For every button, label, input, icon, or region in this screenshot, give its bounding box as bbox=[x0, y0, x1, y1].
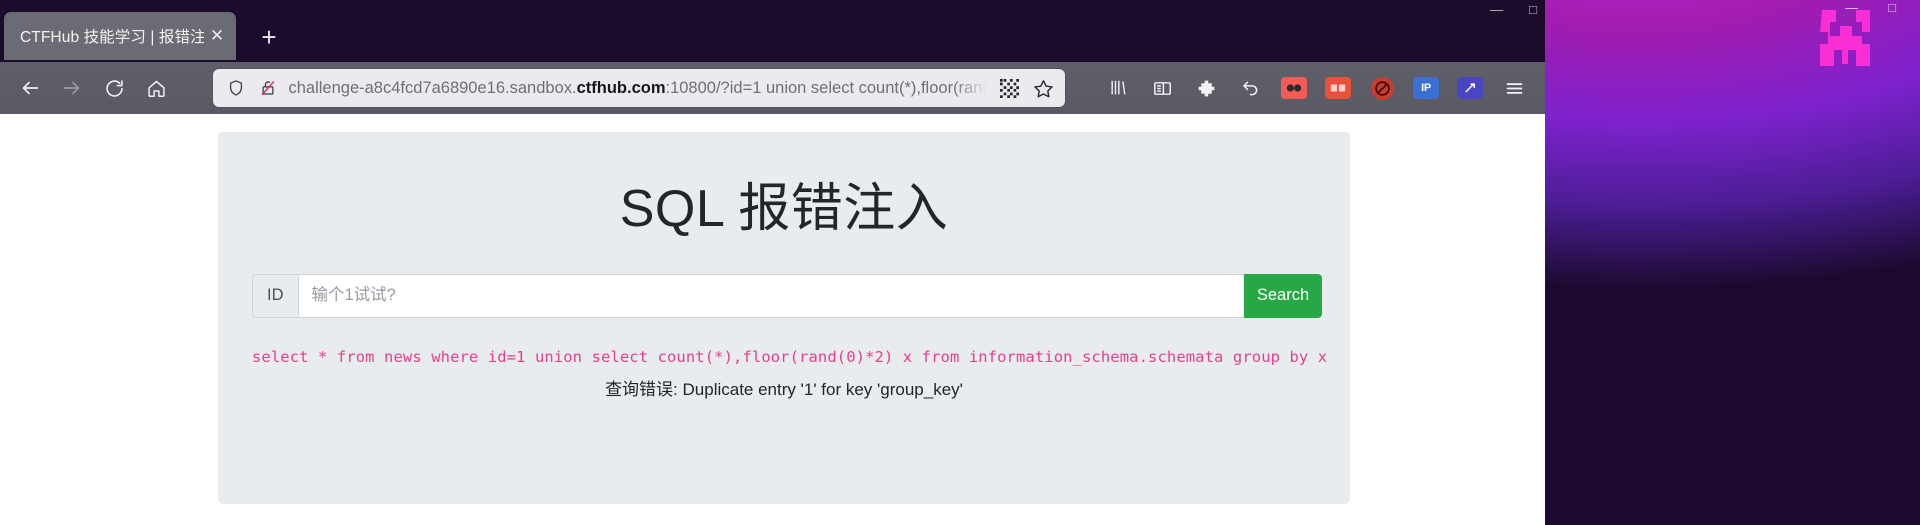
ip-extension-icon[interactable]: IP bbox=[1409, 71, 1443, 105]
lock-broken-icon[interactable] bbox=[257, 77, 279, 99]
navigation-toolbar: challenge-a8c4fcd7a6890e16.sandbox.ctfhu… bbox=[0, 62, 1545, 114]
page-content: SQL 报错注入 ID Search select * from news wh… bbox=[0, 114, 1545, 525]
id-label: ID bbox=[252, 273, 298, 318]
reload-button[interactable] bbox=[94, 68, 134, 108]
red-extension-chip bbox=[1325, 77, 1351, 99]
urlbar-container: challenge-a8c4fcd7a6890e16.sandbox.ctfhu… bbox=[178, 69, 1099, 107]
window-controls: — □ bbox=[1490, 2, 1537, 17]
url-text[interactable]: challenge-a8c4fcd7a6890e16.sandbox.ctfhu… bbox=[289, 79, 987, 98]
undo-arrow-icon[interactable] bbox=[1233, 71, 1267, 105]
error-message: 查询错误: Duplicate entry '1' for key 'group… bbox=[605, 379, 963, 399]
browser-window: CTFHub 技能学习 | 报错注入 ✕ + — □ challenge-a8c… bbox=[0, 0, 1545, 525]
app-menu-icon[interactable] bbox=[1497, 71, 1531, 105]
hackbar-extension-chip bbox=[1281, 77, 1307, 99]
challenge-card: SQL 报错注入 ID Search select * from news wh… bbox=[218, 132, 1350, 504]
address-bar[interactable]: challenge-a8c4fcd7a6890e16.sandbox.ctfhu… bbox=[212, 69, 1065, 107]
new-tab-button[interactable]: + bbox=[250, 18, 288, 56]
red-extension-icon[interactable] bbox=[1321, 71, 1355, 105]
star-icon[interactable] bbox=[1031, 75, 1057, 101]
search-button[interactable]: Search bbox=[1244, 273, 1322, 318]
minimize-button[interactable]: — bbox=[1490, 2, 1503, 17]
desktop-decorative-glyph bbox=[1820, 10, 1870, 66]
back-button[interactable] bbox=[10, 68, 50, 108]
block-extension-chip bbox=[1370, 76, 1394, 100]
wappalyzer-extension-chip bbox=[1457, 77, 1483, 99]
tab-strip: CTFHub 技能学习 | 报错注入 ✕ + — □ bbox=[0, 0, 1545, 62]
sql-query-text: select * from news where id=1 union sele… bbox=[252, 347, 1328, 366]
close-icon[interactable]: ✕ bbox=[204, 23, 230, 49]
sidebar-icon[interactable] bbox=[1145, 71, 1179, 105]
tab-title: CTFHub 技能学习 | 报错注入 bbox=[20, 29, 204, 46]
toolbar-right: IP bbox=[1101, 71, 1535, 105]
id-input[interactable] bbox=[297, 273, 1244, 318]
url-suffix: :10800/?id=1 union select count(*),floor… bbox=[665, 78, 987, 97]
desktop-background: — □ CTFHub 技能学习 | 报错注入 ✕ + — □ challenge… bbox=[0, 0, 1920, 525]
block-extension-icon[interactable] bbox=[1365, 71, 1399, 105]
forward-button[interactable] bbox=[52, 68, 92, 108]
id-search-group: ID Search bbox=[252, 273, 1322, 318]
urlbar-actions bbox=[997, 75, 1057, 101]
shield-icon[interactable] bbox=[225, 77, 247, 99]
hackbar-extension-icon[interactable] bbox=[1277, 71, 1311, 105]
ip-extension-chip: IP bbox=[1413, 77, 1439, 99]
home-button[interactable] bbox=[136, 68, 176, 108]
maximize-button[interactable]: □ bbox=[1529, 2, 1537, 17]
extension-puzzle-icon[interactable] bbox=[1189, 71, 1223, 105]
browser-tab[interactable]: CTFHub 技能学习 | 报错注入 ✕ bbox=[4, 12, 236, 60]
wappalyzer-extension-icon[interactable] bbox=[1453, 71, 1487, 105]
desktop-maximize-glyph: □ bbox=[1888, 0, 1896, 15]
qr-code-icon[interactable] bbox=[997, 75, 1023, 101]
url-host: ctfhub.com bbox=[576, 78, 666, 97]
url-prefix: challenge-a8c4fcd7a6890e16.sandbox. bbox=[288, 78, 577, 97]
library-icon[interactable] bbox=[1101, 71, 1135, 105]
page-title: SQL 报错注入 bbox=[619, 180, 949, 238]
